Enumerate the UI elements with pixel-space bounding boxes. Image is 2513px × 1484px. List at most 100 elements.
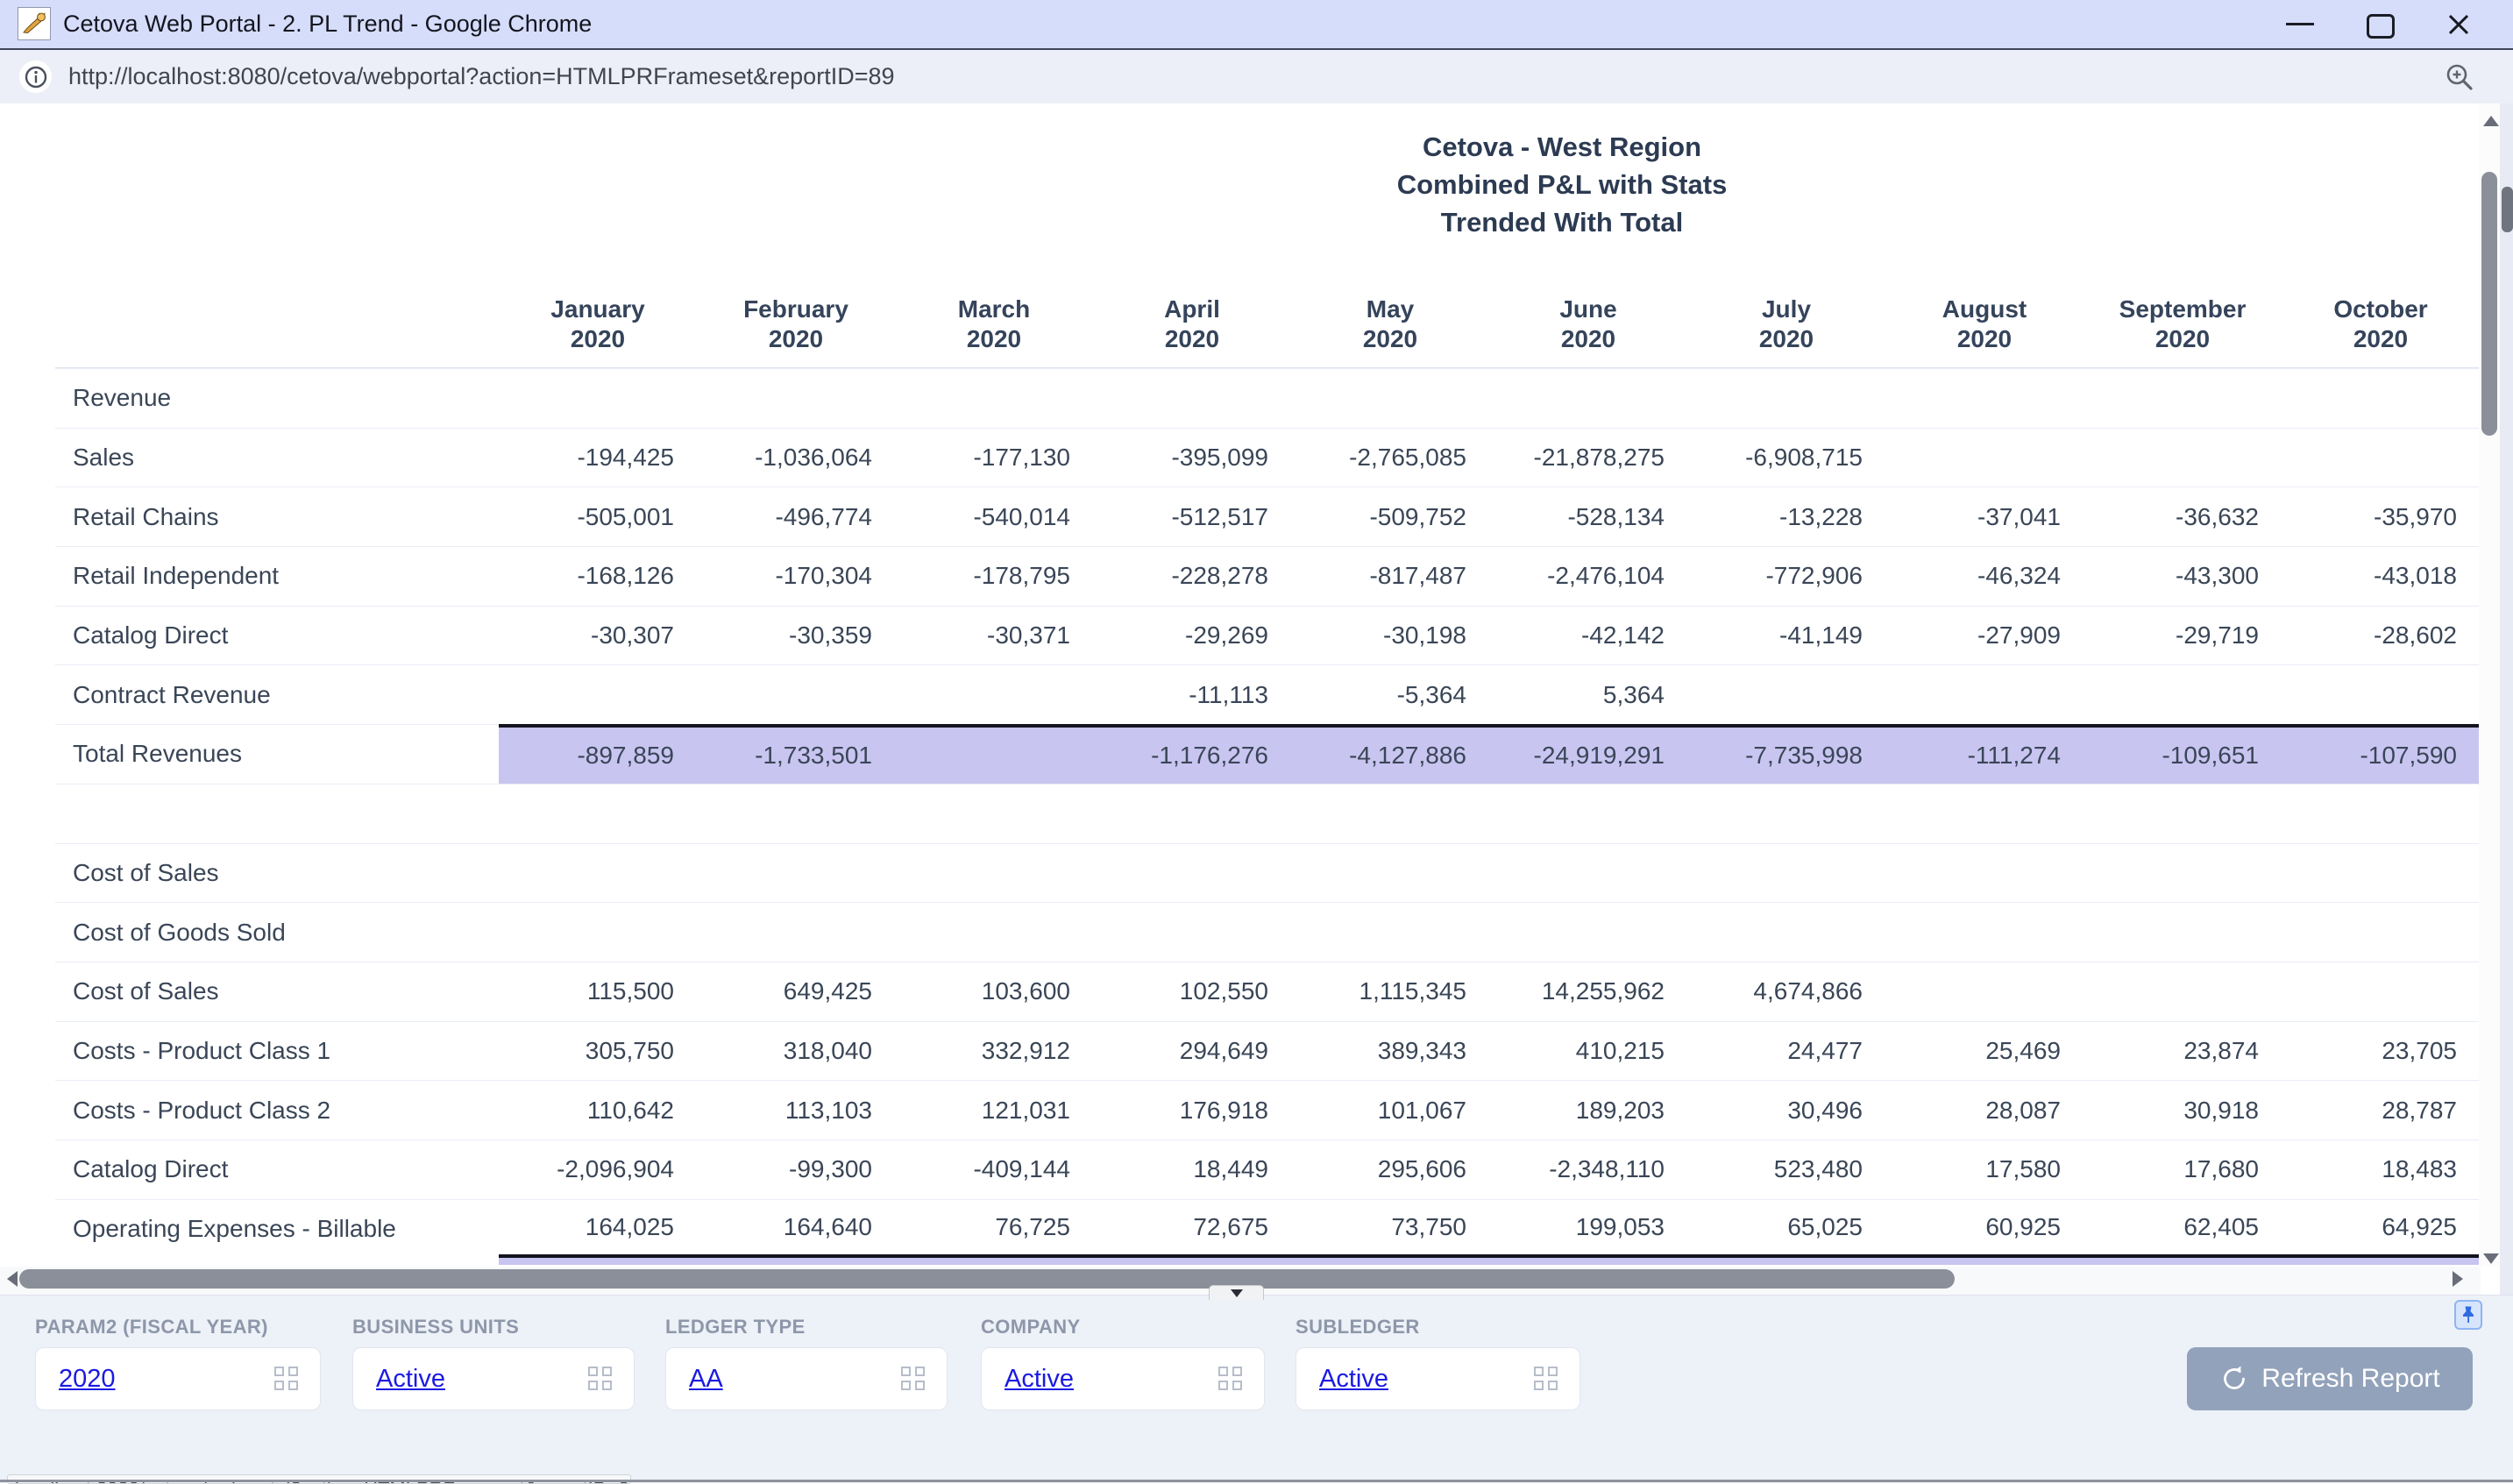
- param-value-subledger[interactable]: Active: [1319, 1348, 1388, 1409]
- column-month: October: [2333, 295, 2427, 324]
- table-cell: 30,918: [2084, 1080, 2282, 1140]
- table-cell: 189,203: [1489, 1080, 1687, 1140]
- column-header: July2020: [1687, 280, 1885, 368]
- table-cell: [697, 843, 895, 903]
- column-year: 2020: [1165, 324, 1219, 354]
- column-year: 2020: [1957, 324, 2012, 354]
- param-value-ledger-type[interactable]: AA: [689, 1348, 723, 1409]
- horizontal-scrollbar-thumb[interactable]: [19, 1269, 1955, 1289]
- section-label: Cost of Sales: [55, 843, 499, 903]
- table-cell: -4,127,886: [1291, 724, 1489, 784]
- table-cell: -496,774: [697, 486, 895, 546]
- close-icon[interactable]: [2446, 11, 2472, 38]
- table-cell: [1687, 784, 1885, 843]
- url-text[interactable]: http://localhost:8080/cetova/webportal?a…: [68, 50, 895, 103]
- address-bar: http://localhost:8080/cetova/webportal?a…: [0, 50, 2513, 103]
- param-picker-icon[interactable]: [1218, 1367, 1243, 1391]
- table-cell: -13,228: [1687, 486, 1885, 546]
- table-cell: [2084, 902, 2282, 962]
- report-title: Cetova - West Region Combined P&L with S…: [614, 128, 2510, 241]
- param-picker-icon[interactable]: [274, 1367, 299, 1391]
- report-title-line1: Cetova - West Region: [614, 128, 2510, 166]
- table-cell: [1291, 368, 1489, 428]
- table-cell: [499, 843, 697, 903]
- table-cell: 28,787: [2282, 1080, 2480, 1140]
- scroll-up-icon[interactable]: [2483, 116, 2499, 126]
- table-cell: [2282, 664, 2480, 724]
- table-cell: -99,300: [697, 1140, 895, 1199]
- column-header: February2020: [697, 280, 895, 368]
- column-header: May2020: [1291, 280, 1489, 368]
- column-year: 2020: [571, 324, 625, 354]
- maximize-icon[interactable]: [2367, 14, 2395, 39]
- param-value-fiscal-year[interactable]: 2020: [59, 1348, 116, 1409]
- table-cell: [2084, 368, 2282, 428]
- window-scrollbar-thumb[interactable]: [2502, 187, 2513, 232]
- row-label: Cost of Sales: [55, 962, 499, 1021]
- pin-panel-button[interactable]: [2454, 1300, 2482, 1330]
- param-card-subledger: Active: [1296, 1347, 1580, 1410]
- table-cell: [1885, 902, 2084, 962]
- clipped-row-cell: [1885, 1258, 2084, 1265]
- section-label: Revenue: [55, 368, 499, 428]
- table-cell: -528,134: [1489, 486, 1687, 546]
- table-cell: 62,405: [2084, 1199, 2282, 1259]
- table-cell: -30,198: [1291, 606, 1489, 665]
- zoom-in-icon[interactable]: [2444, 61, 2475, 93]
- scroll-down-icon[interactable]: [2483, 1253, 2499, 1264]
- table-cell: [499, 784, 697, 843]
- table-cell: -43,018: [2282, 546, 2480, 606]
- param-picker-icon[interactable]: [901, 1367, 926, 1391]
- page-info-icon[interactable]: [19, 60, 52, 93]
- table-cell: -409,144: [895, 1140, 1093, 1199]
- table-cell: 101,067: [1291, 1080, 1489, 1140]
- table-cell: -897,859: [499, 724, 697, 784]
- table-cell: 295,606: [1291, 1140, 1489, 1199]
- param-picker-icon[interactable]: [1534, 1367, 1558, 1391]
- column-header: October2020: [2282, 280, 2480, 368]
- tomcat-app-icon: [18, 7, 51, 40]
- table-cell: -29,719: [2084, 606, 2282, 665]
- vertical-scrollbar-thumb[interactable]: [2481, 172, 2497, 436]
- param-value-business-units[interactable]: Active: [376, 1348, 445, 1409]
- table-cell: -170,304: [697, 546, 895, 606]
- table-cell: -228,278: [1093, 546, 1291, 606]
- table-cell: -27,909: [1885, 606, 2084, 665]
- table-cell: [1885, 428, 2084, 487]
- table-cell: -2,765,085: [1291, 428, 1489, 487]
- collapse-panel-button[interactable]: [1209, 1285, 1264, 1300]
- column-month: January: [550, 295, 644, 324]
- table-cell: [2084, 843, 2282, 903]
- table-cell: -107,590: [2282, 724, 2480, 784]
- scroll-left-icon[interactable]: [7, 1271, 18, 1287]
- table-cell: [2282, 902, 2480, 962]
- refresh-report-button[interactable]: Refresh Report: [2187, 1347, 2473, 1410]
- table-cell: -28,602: [2282, 606, 2480, 665]
- column-header: January2020: [499, 280, 697, 368]
- table-cell: 18,449: [1093, 1140, 1291, 1199]
- table-cell: -43,300: [2084, 546, 2282, 606]
- table-cell: [697, 784, 895, 843]
- minimize-icon[interactable]: [2286, 23, 2314, 25]
- table-cell: 121,031: [895, 1080, 1093, 1140]
- table-cell: 199,053: [1489, 1199, 1687, 1259]
- table-cell: -11,113: [1093, 664, 1291, 724]
- row-label: Costs - Product Class 1: [55, 1021, 499, 1081]
- row-label: Retail Chains: [55, 486, 499, 546]
- table-cell: -395,099: [1093, 428, 1291, 487]
- clipped-row-cell: [2282, 1258, 2480, 1265]
- table-cell: 72,675: [1093, 1199, 1291, 1259]
- table-cell: [697, 368, 895, 428]
- scroll-right-icon[interactable]: [2453, 1271, 2463, 1287]
- table-cell: [895, 784, 1093, 843]
- param-picker-icon[interactable]: [588, 1367, 613, 1391]
- refresh-icon: [2219, 1364, 2249, 1394]
- report-title-line2: Combined P&L with Stats: [614, 166, 2510, 203]
- param-value-company[interactable]: Active: [1004, 1348, 1074, 1409]
- table-cell: [1687, 902, 1885, 962]
- table-cell: 389,343: [1291, 1021, 1489, 1081]
- table-cell: 4,674,866: [1687, 962, 1885, 1021]
- table-cell: -24,919,291: [1489, 724, 1687, 784]
- column-month: March: [958, 295, 1030, 324]
- table-cell: 305,750: [499, 1021, 697, 1081]
